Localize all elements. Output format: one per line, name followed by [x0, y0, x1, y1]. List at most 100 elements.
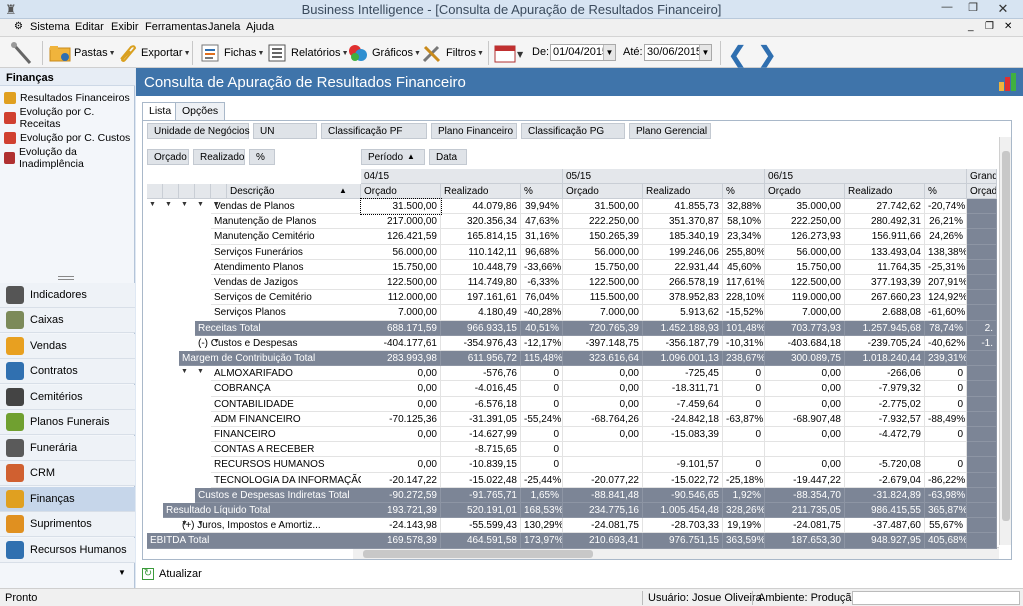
table-cell[interactable]: 207,91%	[925, 275, 967, 291]
table-cell[interactable]: 283.993,98	[361, 351, 441, 367]
table-cell[interactable]: 45,60%	[723, 259, 765, 275]
expand-toggle-icon[interactable]: ▼	[149, 201, 156, 208]
table-cell[interactable]: 31.500,00	[563, 199, 643, 215]
expand-toggle-icon[interactable]: ▼	[181, 520, 188, 527]
table-cell[interactable]	[967, 442, 997, 458]
table-cell[interactable]	[967, 290, 997, 306]
expand-toggle-icon[interactable]: ▼	[165, 201, 172, 208]
table-cell[interactable]: 47,63%	[521, 214, 563, 230]
table-cell[interactable]	[967, 199, 997, 215]
menu-editar[interactable]: Editar	[75, 21, 104, 33]
table-cell[interactable]: 165.814,15	[441, 229, 521, 245]
wand-icon[interactable]	[8, 42, 36, 64]
table-cell[interactable]: 0,00	[765, 396, 845, 412]
table-cell[interactable]	[967, 457, 997, 473]
table-cell[interactable]: -20.077,22	[563, 472, 643, 488]
table-cell[interactable]: 126.421,59	[361, 229, 441, 245]
table-cell[interactable]: 122.500,00	[563, 275, 643, 291]
filter-field[interactable]: Plano Financeiro	[431, 123, 517, 139]
table-cell[interactable]: 7.000,00	[765, 305, 845, 321]
table-cell[interactable]: -88.841,48	[563, 487, 643, 503]
table-cell[interactable]: -397.148,75	[563, 335, 643, 351]
chevron-down-icon[interactable]: ▼	[699, 45, 711, 60]
table-cell[interactable]: -63,98%	[925, 487, 967, 503]
table-cell[interactable]: 0	[925, 366, 967, 382]
table-cell[interactable]: 405,68%	[925, 533, 967, 549]
table-cell[interactable]: 323.616,64	[563, 351, 643, 367]
table-cell[interactable]: -239.705,24	[845, 335, 925, 351]
menu-ajuda[interactable]: Ajuda	[246, 21, 274, 33]
table-cell[interactable]: 0,00	[563, 381, 643, 397]
table-cell[interactable]: 27.742,62	[845, 199, 925, 215]
table-cell[interactable]: 1.018.240,44	[845, 351, 925, 367]
table-cell[interactable]: -266,06	[845, 366, 925, 382]
table-cell[interactable]: 211.735,05	[765, 503, 845, 519]
table-cell[interactable]: -31.391,05	[441, 411, 521, 427]
table-cell[interactable]: 199.246,06	[643, 244, 723, 260]
filter-field[interactable]: UN	[253, 123, 317, 139]
sort-asc-icon[interactable]: ▲	[339, 186, 347, 195]
table-cell[interactable]: 0,00	[563, 366, 643, 382]
table-cell[interactable]: 32,88%	[723, 199, 765, 215]
table-cell[interactable]: -40,28%	[521, 305, 563, 321]
expand-toggle-icon[interactable]: ▼	[197, 201, 204, 208]
module-cemiterios[interactable]: Cemitérios	[0, 385, 135, 410]
table-cell[interactable]: 0,00	[361, 381, 441, 397]
table-cell[interactable]	[967, 503, 997, 519]
measure-header[interactable]: %	[521, 184, 563, 199]
table-cell[interactable]: 0,00	[563, 396, 643, 412]
row-field-placeholder[interactable]	[195, 184, 211, 199]
refresh-button[interactable]: ↻ Atualizar	[142, 568, 202, 580]
table-cell[interactable]	[563, 442, 643, 458]
menu-ferramentas[interactable]: Ferramentas	[145, 21, 207, 33]
table-cell[interactable]: 110.142,11	[441, 244, 521, 260]
table-cell[interactable]: 328,26%	[723, 503, 765, 519]
table-cell[interactable]: 0,00	[361, 366, 441, 382]
period-header[interactable]: 06/15	[765, 169, 967, 184]
table-cell[interactable]: 0	[925, 427, 967, 443]
sidebar-report-custos[interactable]: Evolução por C. Custos	[4, 130, 130, 146]
module-contratos[interactable]: Contratos	[0, 359, 135, 384]
module-suprimentos[interactable]: Suprimentos	[0, 512, 135, 537]
table-cell[interactable]	[967, 411, 997, 427]
table-cell[interactable]: -55,24%	[521, 411, 563, 427]
table-cell[interactable]	[723, 442, 765, 458]
table-cell[interactable]: 119.000,00	[765, 290, 845, 306]
measure-header[interactable]: Realizado	[441, 184, 521, 199]
table-cell[interactable]: 23,34%	[723, 229, 765, 245]
pivot-grid[interactable]: Unidade de Negócios UN Classificação PF Pla…	[142, 120, 1012, 560]
sort-asc-icon[interactable]: ▲	[407, 152, 415, 161]
table-cell[interactable]: -40,62%	[925, 335, 967, 351]
table-cell[interactable]: 0	[521, 381, 563, 397]
fichas-button[interactable]: Fichas ▼	[199, 43, 265, 63]
table-cell[interactable]: -55.599,43	[441, 518, 521, 534]
table-cell[interactable]: 96,68%	[521, 244, 563, 260]
table-cell[interactable]: 520.191,01	[441, 503, 521, 519]
table-cell[interactable]: -15.083,39	[643, 427, 723, 443]
table-cell[interactable]: 2.688,08	[845, 305, 925, 321]
table-cell[interactable]: 76,04%	[521, 290, 563, 306]
table-cell[interactable]: -10.839,15	[441, 457, 521, 473]
measure-header[interactable]: Realizado	[643, 184, 723, 199]
expand-toggle-icon[interactable]: ▼	[197, 520, 204, 527]
table-cell[interactable]: 464.591,58	[441, 533, 521, 549]
table-cell[interactable]	[765, 442, 845, 458]
table-cell[interactable]: 1.452.188,93	[643, 320, 723, 336]
table-cell[interactable]: 351.370,87	[643, 214, 723, 230]
table-cell[interactable]: 234.775,16	[563, 503, 643, 519]
table-cell[interactable]: 976.751,15	[643, 533, 723, 549]
table-cell[interactable]	[967, 518, 997, 534]
table-cell[interactable]: 11.764,35	[845, 259, 925, 275]
table-cell[interactable]: 0	[723, 457, 765, 473]
table-cell[interactable]: -5.720,08	[845, 457, 925, 473]
filter-field[interactable]: Plano Gerencial	[629, 123, 711, 139]
tab-opcoes[interactable]: Opções	[175, 102, 226, 120]
table-cell[interactable]	[967, 214, 997, 230]
table-cell[interactable]: 115.500,00	[563, 290, 643, 306]
table-cell[interactable]: 133.493,04	[845, 244, 925, 260]
table-cell[interactable]: -63,87%	[723, 411, 765, 427]
table-cell[interactable]: 0,00	[361, 396, 441, 412]
table-cell[interactable]: 688.171,59	[361, 320, 441, 336]
filter-field[interactable]: Classificação PG	[521, 123, 625, 139]
mdi-restore-icon[interactable]: ❐	[985, 21, 994, 32]
